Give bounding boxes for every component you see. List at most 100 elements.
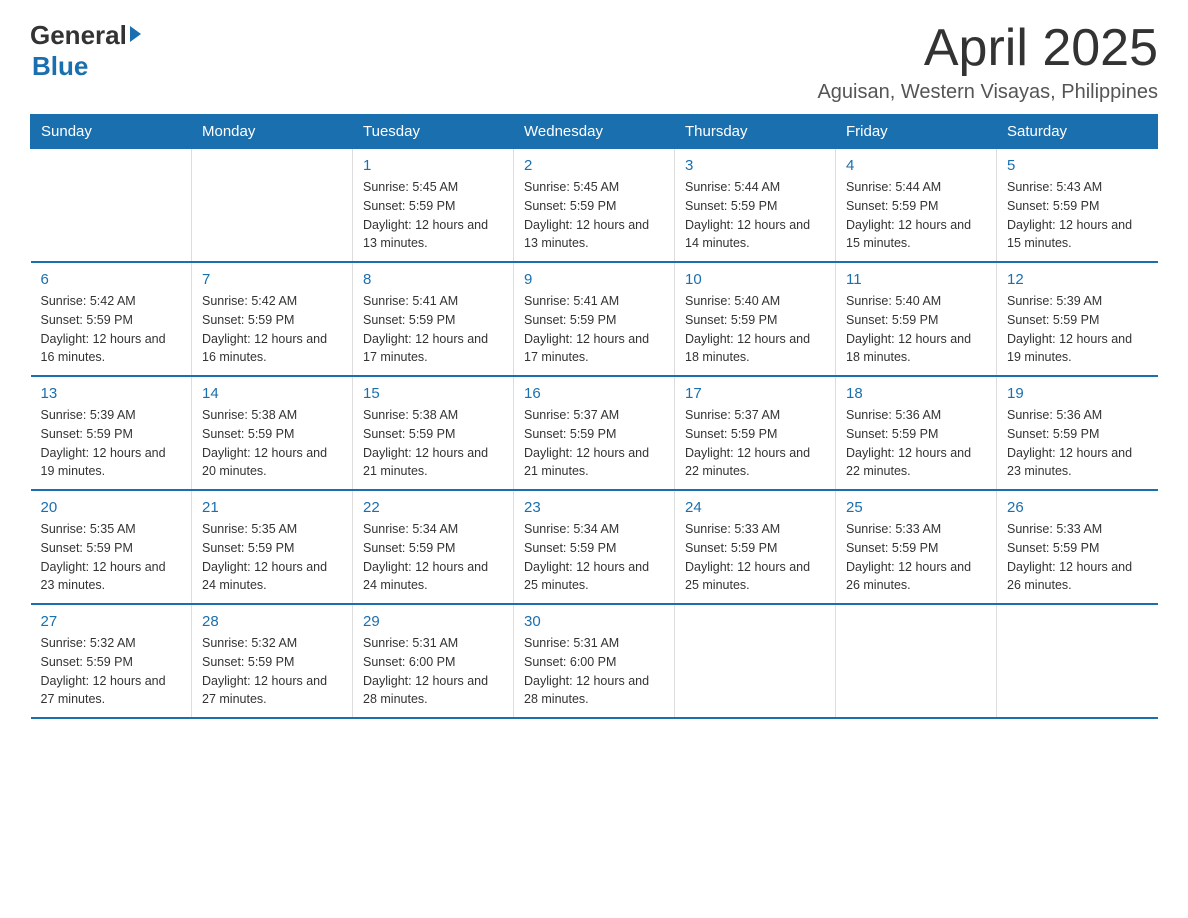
day-number: 30 bbox=[524, 613, 664, 630]
calendar-table: SundayMondayTuesdayWednesdayThursdayFrid… bbox=[30, 114, 1158, 719]
day-info: Sunrise: 5:36 AMSunset: 5:59 PMDaylight:… bbox=[1007, 406, 1148, 481]
title-block: April 2025 Aguisan, Western Visayas, Phi… bbox=[817, 20, 1158, 104]
weekday-header-thursday: Thursday bbox=[675, 115, 836, 149]
day-info: Sunrise: 5:39 AMSunset: 5:59 PMDaylight:… bbox=[41, 406, 182, 481]
day-number: 14 bbox=[202, 385, 342, 402]
day-number: 28 bbox=[202, 613, 342, 630]
calendar-cell: 9 Sunrise: 5:41 AMSunset: 5:59 PMDaylight… bbox=[514, 262, 675, 376]
day-info: Sunrise: 5:42 AMSunset: 5:59 PMDaylight:… bbox=[202, 292, 342, 367]
day-number: 27 bbox=[41, 613, 182, 630]
day-info: Sunrise: 5:32 AMSunset: 5:59 PMDaylight:… bbox=[41, 634, 182, 709]
day-info: Sunrise: 5:40 AMSunset: 5:59 PMDaylight:… bbox=[685, 292, 825, 367]
calendar-cell: 12 Sunrise: 5:39 AMSunset: 5:59 PMDayligh… bbox=[997, 262, 1158, 376]
day-number: 17 bbox=[685, 385, 825, 402]
calendar-week-3: 13 Sunrise: 5:39 AMSunset: 5:59 PMDayligh… bbox=[31, 376, 1158, 490]
logo-blue-text: Blue bbox=[32, 51, 88, 81]
day-number: 13 bbox=[41, 385, 182, 402]
day-number: 8 bbox=[363, 271, 503, 288]
day-number: 1 bbox=[363, 157, 503, 174]
weekday-header-sunday: Sunday bbox=[31, 115, 192, 149]
calendar-week-2: 6 Sunrise: 5:42 AMSunset: 5:59 PMDaylight… bbox=[31, 262, 1158, 376]
day-number: 23 bbox=[524, 499, 664, 516]
calendar-cell: 25 Sunrise: 5:33 AMSunset: 5:59 PMDayligh… bbox=[836, 490, 997, 604]
day-number: 21 bbox=[202, 499, 342, 516]
calendar-cell: 2 Sunrise: 5:45 AMSunset: 5:59 PMDaylight… bbox=[514, 149, 675, 263]
day-info: Sunrise: 5:34 AMSunset: 5:59 PMDaylight:… bbox=[524, 520, 664, 595]
weekday-row: SundayMondayTuesdayWednesdayThursdayFrid… bbox=[31, 115, 1158, 149]
calendar-cell: 8 Sunrise: 5:41 AMSunset: 5:59 PMDaylight… bbox=[353, 262, 514, 376]
calendar-cell: 10 Sunrise: 5:40 AMSunset: 5:59 PMDayligh… bbox=[675, 262, 836, 376]
calendar-cell: 17 Sunrise: 5:37 AMSunset: 5:59 PMDayligh… bbox=[675, 376, 836, 490]
calendar-cell: 22Sunrise: 5:34 AMSunset: 5:59 PMDayligh… bbox=[353, 490, 514, 604]
day-info: Sunrise: 5:39 AMSunset: 5:59 PMDaylight:… bbox=[1007, 292, 1148, 367]
calendar-cell: 5Sunrise: 5:43 AMSunset: 5:59 PMDaylight… bbox=[997, 149, 1158, 263]
month-title: April 2025 bbox=[817, 20, 1158, 77]
calendar-cell: 13 Sunrise: 5:39 AMSunset: 5:59 PMDayligh… bbox=[31, 376, 192, 490]
day-number: 24 bbox=[685, 499, 825, 516]
day-number: 19 bbox=[1007, 385, 1148, 402]
day-info: Sunrise: 5:33 AMSunset: 5:59 PMDaylight:… bbox=[685, 520, 825, 595]
calendar-body: 1 Sunrise: 5:45 AMSunset: 5:59 PMDaylight… bbox=[31, 149, 1158, 719]
calendar-cell: 18Sunrise: 5:36 AMSunset: 5:59 PMDayligh… bbox=[836, 376, 997, 490]
calendar-cell: 19 Sunrise: 5:36 AMSunset: 5:59 PMDayligh… bbox=[997, 376, 1158, 490]
day-info: Sunrise: 5:41 AMSunset: 5:59 PMDaylight:… bbox=[524, 292, 664, 367]
day-number: 29 bbox=[363, 613, 503, 630]
calendar-cell: 21 Sunrise: 5:35 AMSunset: 5:59 PMDayligh… bbox=[192, 490, 353, 604]
calendar-cell bbox=[675, 604, 836, 718]
day-number: 15 bbox=[363, 385, 503, 402]
day-number: 3 bbox=[685, 157, 825, 174]
day-number: 2 bbox=[524, 157, 664, 174]
calendar-cell: 27 Sunrise: 5:32 AMSunset: 5:59 PMDayligh… bbox=[31, 604, 192, 718]
day-info: Sunrise: 5:38 AMSunset: 5:59 PMDaylight:… bbox=[202, 406, 342, 481]
day-number: 25 bbox=[846, 499, 986, 516]
day-number: 7 bbox=[202, 271, 342, 288]
day-number: 4 bbox=[846, 157, 986, 174]
day-info: Sunrise: 5:45 AMSunset: 5:59 PMDaylight:… bbox=[524, 178, 664, 253]
calendar-cell: 29 Sunrise: 5:31 AMSunset: 6:00 PMDayligh… bbox=[353, 604, 514, 718]
calendar-cell: 11 Sunrise: 5:40 AMSunset: 5:59 PMDayligh… bbox=[836, 262, 997, 376]
page-header: General Blue April 2025 Aguisan, Western… bbox=[30, 20, 1158, 104]
weekday-header-wednesday: Wednesday bbox=[514, 115, 675, 149]
calendar-cell: 24 Sunrise: 5:33 AMSunset: 5:59 PMDayligh… bbox=[675, 490, 836, 604]
calendar-cell bbox=[31, 149, 192, 263]
day-number: 16 bbox=[524, 385, 664, 402]
day-number: 12 bbox=[1007, 271, 1148, 288]
day-number: 22 bbox=[363, 499, 503, 516]
location-title: Aguisan, Western Visayas, Philippines bbox=[817, 81, 1158, 104]
weekday-header-friday: Friday bbox=[836, 115, 997, 149]
calendar-cell: 14 Sunrise: 5:38 AMSunset: 5:59 PMDayligh… bbox=[192, 376, 353, 490]
calendar-cell bbox=[997, 604, 1158, 718]
day-number: 9 bbox=[524, 271, 664, 288]
day-info: Sunrise: 5:40 AMSunset: 5:59 PMDaylight:… bbox=[846, 292, 986, 367]
day-number: 11 bbox=[846, 271, 986, 288]
calendar-cell: 30Sunrise: 5:31 AMSunset: 6:00 PMDayligh… bbox=[514, 604, 675, 718]
day-info: Sunrise: 5:33 AMSunset: 5:59 PMDaylight:… bbox=[846, 520, 986, 595]
calendar-cell: 26Sunrise: 5:33 AMSunset: 5:59 PMDayligh… bbox=[997, 490, 1158, 604]
calendar-week-5: 27 Sunrise: 5:32 AMSunset: 5:59 PMDayligh… bbox=[31, 604, 1158, 718]
day-info: Sunrise: 5:43 AMSunset: 5:59 PMDaylight:… bbox=[1007, 178, 1148, 253]
day-info: Sunrise: 5:36 AMSunset: 5:59 PMDaylight:… bbox=[846, 406, 986, 481]
day-info: Sunrise: 5:32 AMSunset: 5:59 PMDaylight:… bbox=[202, 634, 342, 709]
day-info: Sunrise: 5:45 AMSunset: 5:59 PMDaylight:… bbox=[363, 178, 503, 253]
calendar-cell: 4Sunrise: 5:44 AMSunset: 5:59 PMDaylight… bbox=[836, 149, 997, 263]
calendar-cell: 23 Sunrise: 5:34 AMSunset: 5:59 PMDayligh… bbox=[514, 490, 675, 604]
day-number: 20 bbox=[41, 499, 182, 516]
day-number: 10 bbox=[685, 271, 825, 288]
calendar-cell: 1 Sunrise: 5:45 AMSunset: 5:59 PMDaylight… bbox=[353, 149, 514, 263]
calendar-week-4: 20 Sunrise: 5:35 AMSunset: 5:59 PMDayligh… bbox=[31, 490, 1158, 604]
day-number: 6 bbox=[41, 271, 182, 288]
calendar-cell: 7 Sunrise: 5:42 AMSunset: 5:59 PMDaylight… bbox=[192, 262, 353, 376]
day-info: Sunrise: 5:44 AMSunset: 5:59 PMDaylight:… bbox=[685, 178, 825, 253]
logo: General Blue bbox=[30, 20, 141, 82]
day-info: Sunrise: 5:31 AMSunset: 6:00 PMDaylight:… bbox=[363, 634, 503, 709]
weekday-header-saturday: Saturday bbox=[997, 115, 1158, 149]
logo-arrow-icon bbox=[130, 26, 141, 42]
day-info: Sunrise: 5:35 AMSunset: 5:59 PMDaylight:… bbox=[202, 520, 342, 595]
weekday-header-monday: Monday bbox=[192, 115, 353, 149]
day-info: Sunrise: 5:37 AMSunset: 5:59 PMDaylight:… bbox=[685, 406, 825, 481]
calendar-header: SundayMondayTuesdayWednesdayThursdayFrid… bbox=[31, 115, 1158, 149]
calendar-cell: 6Sunrise: 5:42 AMSunset: 5:59 PMDaylight… bbox=[31, 262, 192, 376]
calendar-cell: 16Sunrise: 5:37 AMSunset: 5:59 PMDayligh… bbox=[514, 376, 675, 490]
calendar-cell: 20Sunrise: 5:35 AMSunset: 5:59 PMDayligh… bbox=[31, 490, 192, 604]
day-info: Sunrise: 5:41 AMSunset: 5:59 PMDaylight:… bbox=[363, 292, 503, 367]
